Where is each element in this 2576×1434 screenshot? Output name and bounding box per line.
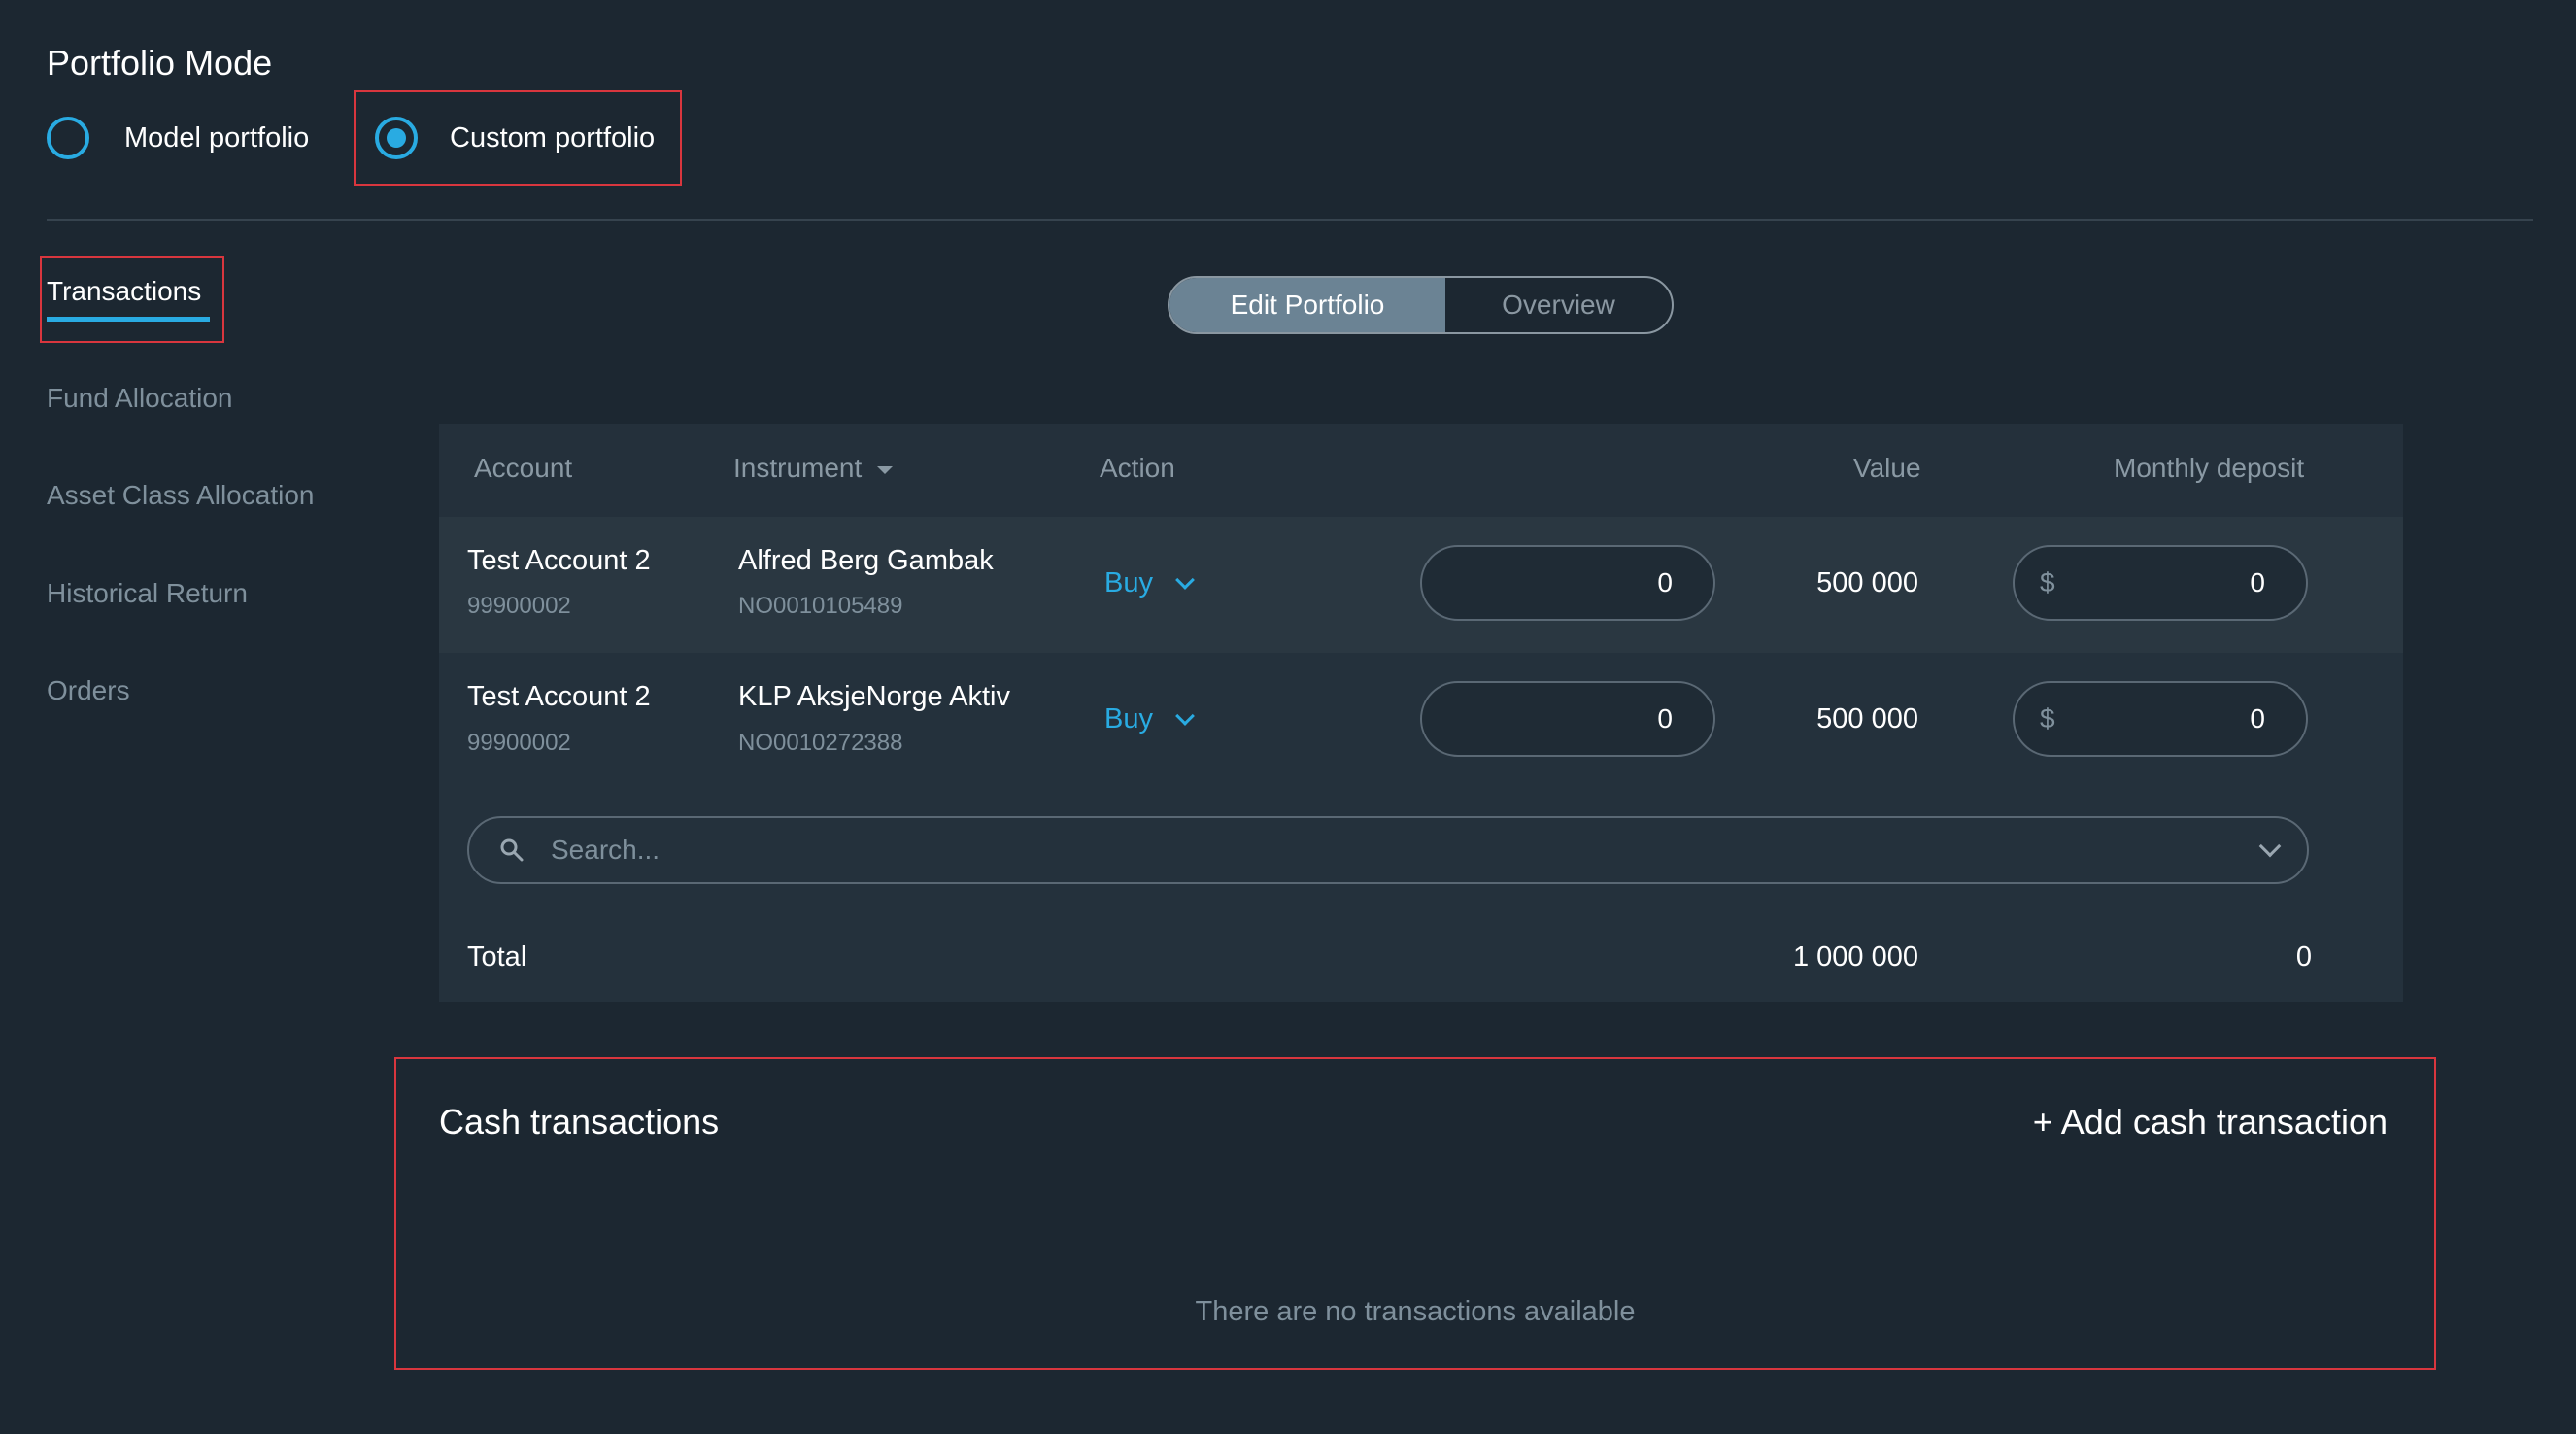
monthly-deposit-field[interactable]: $ (2013, 545, 2308, 621)
currency-symbol: $ (2040, 567, 2055, 598)
monthly-deposit-field[interactable]: $ (2013, 681, 2308, 757)
sidebar-item-transactions[interactable]: Transactions (47, 276, 201, 307)
action-label: Buy (1104, 567, 1153, 598)
monthly-deposit-input[interactable] (2054, 703, 2265, 734)
total-monthly-deposit: 0 (2295, 941, 2312, 973)
edit-portfolio-button[interactable]: Edit Portfolio (1169, 278, 1445, 332)
instrument-name: Alfred Berg Gambak (738, 545, 994, 576)
action-dropdown[interactable]: Buy (1104, 703, 1195, 735)
account-number: 99900002 (467, 730, 571, 756)
total-label: Total (467, 941, 527, 973)
chevron-down-icon[interactable] (2258, 835, 2282, 858)
amount-input[interactable] (1420, 681, 1715, 757)
empty-state-message: There are no transactions available (1195, 1296, 1636, 1327)
currency-symbol: $ (2040, 703, 2055, 734)
sidebar-item-asset-class-allocation[interactable]: Asset Class Allocation (47, 480, 314, 511)
search-input[interactable] (551, 835, 2262, 866)
view-toggle: Edit Portfolio Overview (1168, 276, 1674, 334)
active-tab-underline (47, 317, 210, 322)
instrument-search[interactable] (467, 816, 2309, 884)
monthly-deposit-input[interactable] (2054, 567, 2265, 598)
amount-input[interactable] (1420, 545, 1715, 621)
column-header-value: Value (1853, 453, 1921, 483)
instrument-header-label: Instrument (733, 453, 863, 483)
column-header-account: Account (474, 453, 573, 483)
instrument-isin: NO0010272388 (738, 730, 903, 756)
search-icon (500, 838, 524, 862)
custom-portfolio-radio[interactable]: Custom portfolio (354, 90, 682, 186)
instrument-isin: NO0010105489 (738, 593, 903, 619)
action-dropdown[interactable]: Buy (1104, 567, 1195, 599)
sidebar-item-historical-return[interactable]: Historical Return (47, 578, 248, 609)
total-value: 1 000 000 (1792, 941, 1918, 973)
column-header-monthly-deposit: Monthly deposit (2114, 453, 2305, 483)
account-name: Test Account 2 (467, 545, 651, 576)
instrument-name: KLP AksjeNorge Aktiv (738, 681, 1010, 712)
chevron-down-icon (1175, 705, 1195, 726)
row-value: 500 000 (1816, 703, 1918, 734)
radio-unchecked-icon[interactable] (47, 117, 89, 159)
radio-checked-icon[interactable] (375, 117, 418, 159)
chevron-down-icon (1175, 569, 1195, 590)
model-portfolio-label: Model portfolio (124, 121, 310, 154)
model-portfolio-radio[interactable]: Model portfolio (47, 90, 309, 186)
section-divider (47, 219, 2533, 221)
action-label: Buy (1104, 703, 1153, 734)
custom-portfolio-label: Custom portfolio (450, 121, 656, 154)
sidebar-item-fund-allocation[interactable]: Fund Allocation (47, 383, 232, 414)
overview-button[interactable]: Overview (1445, 278, 1672, 332)
sidebar-item-orders[interactable]: Orders (47, 675, 130, 706)
sort-caret-icon[interactable] (877, 465, 894, 474)
portfolio-mode-title: Portfolio Mode (47, 43, 273, 83)
add-cash-transaction-button[interactable]: + Add cash transaction (2033, 1102, 2388, 1143)
column-header-instrument[interactable]: Instrument (733, 453, 894, 484)
account-number: 99900002 (467, 593, 571, 619)
row-value: 500 000 (1816, 567, 1918, 598)
cash-transactions-title: Cash transactions (439, 1102, 720, 1142)
account-name: Test Account 2 (467, 681, 651, 712)
column-header-action: Action (1100, 453, 1175, 483)
